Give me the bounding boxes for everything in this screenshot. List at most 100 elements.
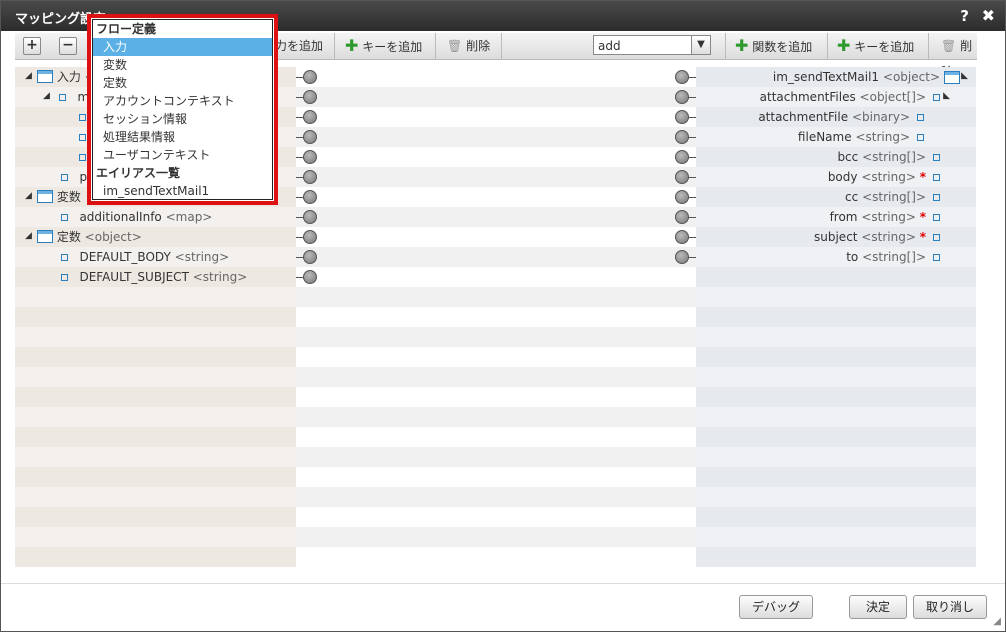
add-function-button[interactable]: ✚ 関数を追加 <box>735 33 812 59</box>
target-item-type: <string> <box>855 130 910 144</box>
row-stripe <box>296 527 696 547</box>
row-stripe <box>15 527 296 547</box>
close-icon[interactable]: ✖ <box>982 6 995 25</box>
object-icon <box>944 71 960 84</box>
row-stripe <box>15 407 296 427</box>
help-icon[interactable]: ? <box>960 7 969 25</box>
add-key-left-label: キーを追加 <box>362 40 423 54</box>
target-tree-item[interactable]: subject <string> * <box>814 227 926 247</box>
source-connector-handle[interactable] <box>303 90 317 104</box>
delete-right-button[interactable]: 🗑 削除 <box>941 33 977 79</box>
dropdown-option[interactable]: セッション情報 <box>93 110 272 128</box>
source-tree-item[interactable]: 変数 <box>37 187 81 207</box>
target-connector-handle[interactable] <box>675 130 689 144</box>
target-tree-item[interactable]: fileName <string> <box>798 127 910 147</box>
source-connector-handle[interactable] <box>303 170 317 184</box>
row-stripe <box>296 87 696 107</box>
source-tree-item[interactable]: DEFAULT_SUBJECT <string> <box>61 267 247 287</box>
expand-all-button[interactable]: + <box>23 37 41 55</box>
collapse-toggle-icon[interactable]: ◣ <box>943 91 950 101</box>
collapse-toggle-icon[interactable]: ◢ <box>25 231 32 241</box>
target-item-type: <string[]> <box>862 250 926 264</box>
source-connector-handle[interactable] <box>303 110 317 124</box>
add-input-button[interactable]: 力を追加 <box>275 33 323 59</box>
object-icon <box>37 230 53 243</box>
add-key-right-label: キーを追加 <box>854 40 915 54</box>
field-icon <box>933 254 940 261</box>
connector-line <box>688 217 696 218</box>
target-connector-handle[interactable] <box>675 250 689 264</box>
source-item-name: additionalInfo <box>79 210 162 224</box>
target-connector-handle[interactable] <box>675 210 689 224</box>
source-tree-item[interactable]: additionalInfo <map> <box>61 207 212 227</box>
collapse-toggle-icon[interactable]: ◣ <box>961 71 968 81</box>
source-tree-item[interactable]: DEFAULT_BODY <string> <box>61 247 229 267</box>
dropdown-option[interactable]: im_sendTextMail1 <box>93 182 272 200</box>
target-connector-handle[interactable] <box>675 90 689 104</box>
dropdown-option[interactable]: 入力 <box>93 38 272 56</box>
source-connector-handle[interactable] <box>303 150 317 164</box>
source-connector-handle[interactable] <box>303 270 317 284</box>
target-tree-item[interactable]: attachmentFiles <object[]> <box>760 87 926 107</box>
source-connector-handle[interactable] <box>303 190 317 204</box>
source-connector-handle[interactable] <box>303 130 317 144</box>
target-connector-handle[interactable] <box>675 110 689 124</box>
source-item-type: <object> <box>84 230 142 244</box>
target-tree-item[interactable]: attachmentFile <binary> <box>758 107 910 127</box>
dropdown-option[interactable]: 変数 <box>93 56 272 74</box>
dropdown-option[interactable]: アカウントコンテキスト <box>93 92 272 110</box>
ok-button[interactable]: 決定 <box>849 595 907 619</box>
target-item-name: cc <box>845 190 859 204</box>
collapse-toggle-icon[interactable]: ◢ <box>43 91 50 101</box>
function-select[interactable]: add ▼ <box>593 35 711 55</box>
field-icon <box>933 194 940 201</box>
resize-handle[interactable]: ◢ <box>993 616 1001 627</box>
target-tree-item[interactable]: to <string[]> <box>846 247 926 267</box>
source-item-name: 入力 <box>56 70 81 84</box>
delete-left-button[interactable]: 🗑 削除 <box>447 33 490 59</box>
row-stripe <box>296 167 696 187</box>
row-stripe <box>696 327 976 347</box>
target-tree-item[interactable]: cc <string[]> <box>845 187 926 207</box>
toolbar-divider <box>501 33 502 59</box>
target-connector-handle[interactable] <box>675 170 689 184</box>
footer-divider <box>1 583 1005 584</box>
chevron-down-icon[interactable]: ▼ <box>691 36 710 54</box>
collapse-toggle-icon[interactable]: ◢ <box>25 71 32 81</box>
target-tree-item[interactable]: body <string> * <box>828 167 926 187</box>
row-stripe <box>296 207 696 227</box>
target-connector-handle[interactable] <box>675 190 689 204</box>
target-tree-item[interactable]: im_sendTextMail1 <object> <box>773 67 940 87</box>
target-connector-handle[interactable] <box>675 150 689 164</box>
source-tree-item[interactable]: 定数 <object> <box>37 227 142 247</box>
cancel-button[interactable]: 取り消し <box>913 595 987 619</box>
target-connector-handle[interactable] <box>675 230 689 244</box>
connector-line <box>688 97 696 98</box>
source-connector-handle[interactable] <box>303 230 317 244</box>
field-icon <box>933 154 940 161</box>
target-tree-panel: im_sendTextMail1 <object> ◣ attachmentFile… <box>696 67 976 567</box>
source-item-type: <map> <box>165 210 213 224</box>
row-stripe <box>696 527 976 547</box>
target-tree-item[interactable]: from <string> * <box>830 207 926 227</box>
source-connector-handle[interactable] <box>303 70 317 84</box>
source-connector-handle[interactable] <box>303 250 317 264</box>
source-connector-handle[interactable] <box>303 210 317 224</box>
mapping-canvas[interactable] <box>296 67 696 567</box>
debug-button[interactable]: デバッグ <box>739 595 813 619</box>
collapse-all-button[interactable]: − <box>59 37 77 55</box>
toolbar-divider <box>827 33 828 59</box>
dropdown-option[interactable]: 処理結果情報 <box>93 128 272 146</box>
field-icon <box>61 214 68 221</box>
add-key-left-button[interactable]: ✚ キーを追加 <box>345 33 422 59</box>
target-item-name: body <box>827 170 858 184</box>
dropdown-option[interactable]: ユーザコンテキスト <box>93 146 272 164</box>
dropdown-option[interactable]: 定数 <box>93 74 272 92</box>
collapse-toggle-icon[interactable]: ◢ <box>25 191 32 201</box>
add-key-right-button[interactable]: ✚ キーを追加 <box>837 33 914 59</box>
trash-icon: 🗑 <box>941 39 957 53</box>
dropdown-group-header: フロー定義 <box>96 22 157 36</box>
source-select-dropdown[interactable]: フロー定義入力 変数 定数 アカウントコンテキスト セッション情報 処理結果情報 ユーザコン… <box>87 14 278 205</box>
target-tree-item[interactable]: bcc <string[]> <box>837 147 926 167</box>
target-connector-handle[interactable] <box>675 70 689 84</box>
